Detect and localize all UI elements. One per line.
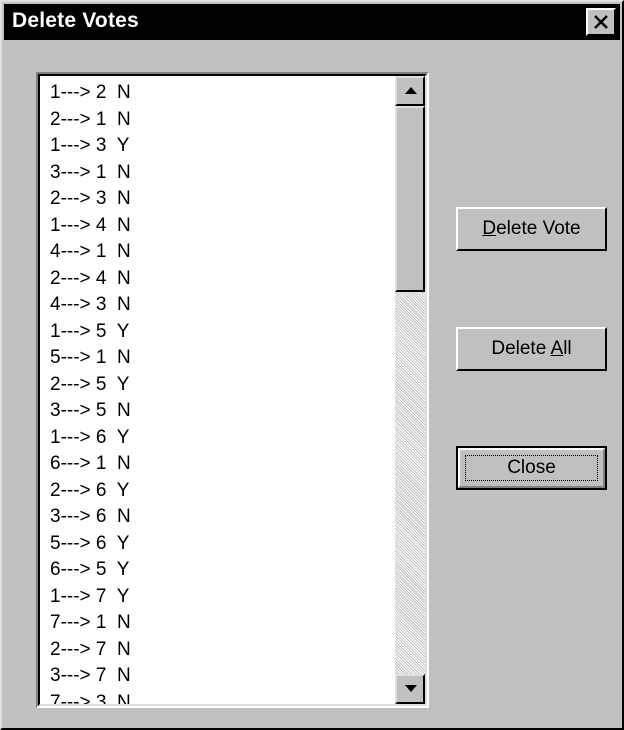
vote-item[interactable]: 1---> 3 Y xyxy=(50,133,391,160)
scroll-down-arrow-icon xyxy=(405,685,417,692)
close-x-icon xyxy=(594,15,608,29)
delete-all-label-rest: ll xyxy=(563,338,572,359)
vote-item[interactable]: 5---> 6 Y xyxy=(50,531,391,558)
vertical-scrollbar[interactable] xyxy=(395,76,425,704)
dialog-title: Delete Votes xyxy=(12,9,139,32)
vote-item[interactable]: 1---> 2 N xyxy=(50,80,391,107)
vote-item[interactable]: 6---> 1 N xyxy=(50,451,391,478)
close-button[interactable]: Close xyxy=(456,446,607,490)
vote-item[interactable]: 2---> 3 N xyxy=(50,186,391,213)
votes-list: 1---> 2 N 2---> 1 N 1---> 3 Y 3---> 1 N 2---… xyxy=(50,80,391,704)
title-close-button[interactable] xyxy=(586,8,616,36)
vote-item[interactable]: 2---> 6 Y xyxy=(50,478,391,505)
vote-item[interactable]: 2---> 1 N xyxy=(50,107,391,134)
vote-item[interactable]: 7---> 3 N xyxy=(50,690,391,705)
vote-item[interactable]: 3---> 7 N xyxy=(50,663,391,690)
vote-item[interactable]: 2---> 4 N xyxy=(50,266,391,293)
vote-item[interactable]: 1---> 4 N xyxy=(50,213,391,240)
delete-vote-label: elete Vote xyxy=(496,218,581,239)
scroll-up-arrow-icon xyxy=(405,87,417,94)
vote-item[interactable]: 3---> 5 N xyxy=(50,398,391,425)
vote-item[interactable]: 1---> 5 Y xyxy=(50,319,391,346)
scrollbar-thumb[interactable] xyxy=(395,106,425,292)
delete-vote-accel: D xyxy=(482,218,497,239)
vote-item[interactable]: 1---> 6 Y xyxy=(50,425,391,452)
vote-item[interactable]: 7---> 1 N xyxy=(50,610,391,637)
vote-item[interactable]: 4---> 3 N xyxy=(50,292,391,319)
scroll-up-button[interactable] xyxy=(395,76,425,106)
vote-item[interactable]: 4---> 1 N xyxy=(50,239,391,266)
delete-all-accel: A xyxy=(550,338,564,359)
close-button-label: Close xyxy=(507,457,556,478)
vote-item[interactable]: 1---> 7 Y xyxy=(50,584,391,611)
scroll-down-button[interactable] xyxy=(395,674,425,704)
delete-vote-button[interactable]: Delete Vote xyxy=(456,207,607,251)
vote-item[interactable]: 2---> 5 Y xyxy=(50,372,391,399)
delete-all-button[interactable]: Delete All xyxy=(456,327,607,371)
votes-listbox[interactable]: 1---> 2 N 2---> 1 N 1---> 3 Y 3---> 1 N 2---… xyxy=(36,72,429,708)
vote-item[interactable]: 2---> 7 N xyxy=(50,637,391,664)
vote-item[interactable]: 6---> 5 Y xyxy=(50,557,391,584)
vote-item[interactable]: 3---> 1 N xyxy=(50,160,391,187)
delete-all-label-pre: Delete xyxy=(491,338,551,359)
delete-votes-dialog: Delete Votes 1---> 2 N 2---> 1 N 1---> 3 Y… xyxy=(0,0,624,730)
vote-item[interactable]: 3---> 6 N xyxy=(50,504,391,531)
title-bar[interactable]: Delete Votes xyxy=(4,4,620,40)
vote-item[interactable]: 5---> 1 N xyxy=(50,345,391,372)
